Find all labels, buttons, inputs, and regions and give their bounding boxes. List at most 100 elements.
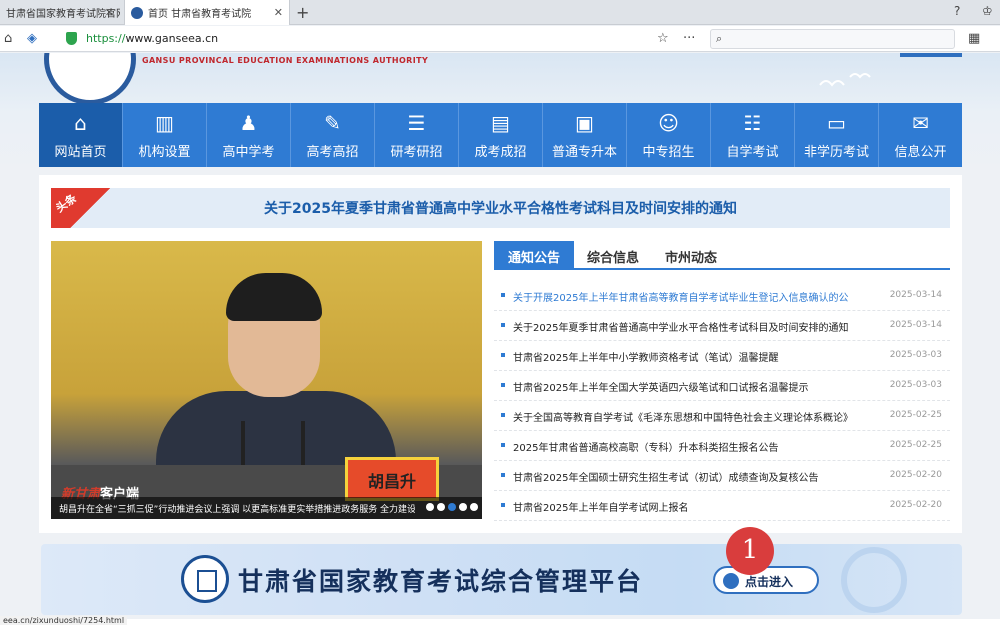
status-url: eea.cn/zixunduoshi/7254.html (0, 616, 128, 625)
books-icon: ☰ (407, 110, 426, 135)
nav-gaokao[interactable]: ✎ 高考高招 (291, 103, 375, 167)
nav-vocational[interactable]: ☺ 中专招生 (627, 103, 711, 167)
graduation-icon: ▣ (575, 110, 594, 135)
headline-link[interactable]: 关于2025年夏季甘肃省普通高中学业水平合格性考试科目及时间安排的通知 (51, 198, 950, 218)
notice-date: 2025-03-14 (889, 320, 942, 330)
search-input[interactable]: ⌕ (710, 29, 955, 49)
building-icon: ▥ (155, 110, 174, 135)
tab-city-news[interactable]: 市州动态 (652, 241, 730, 268)
carousel-dot[interactable] (437, 503, 445, 511)
browser-tab-active[interactable]: 首页 甘肃省教育考试院 ✕ (124, 0, 290, 25)
list-item[interactable]: 2025年甘肃省普通高校高职（专科）升本科类招生报名公告 2025-02-25 (494, 431, 950, 461)
shirt-icon[interactable]: ♔ (982, 4, 993, 18)
tab-title: 首页 甘肃省教育考试院 (148, 9, 252, 20)
notice-date: 2025-02-20 (889, 470, 942, 480)
nav-label: 中专招生 (642, 144, 695, 160)
carousel-dot[interactable] (448, 503, 456, 511)
nameplate-text: 胡昌升 (367, 472, 416, 491)
document-icon: ▤ (491, 110, 510, 135)
list-item[interactable]: 甘肃省2025年上半年中小学教师资格考试（笔试）温馨提醒 2025-03-03 (494, 341, 950, 371)
list-item[interactable]: 甘肃省2025年上半年自学考试网上报名 2025-02-20 (494, 491, 950, 521)
notice-date: 2025-02-25 (889, 440, 942, 450)
home-icon: ⌂ (74, 110, 87, 135)
close-icon[interactable]: ✕ (105, 6, 114, 19)
site-logo[interactable] (44, 53, 136, 105)
list-item[interactable]: 甘肃省2025年全国硕士研究生招生考试（初试）成绩查询及复核公告 2025-02-… (494, 461, 950, 491)
enter-platform-button[interactable]: 点击进入 (713, 566, 819, 594)
nav-non-degree[interactable]: ▭ 非学历考试 (795, 103, 879, 167)
notice-title[interactable]: 甘肃省2025年上半年中小学教师资格考试（笔试）温馨提醒 (513, 349, 877, 364)
mail-icon: ✉ (912, 110, 929, 135)
extension-icon[interactable]: ◈ (27, 31, 37, 46)
notice-title[interactable]: 甘肃省2025年上半年自学考试网上报名 (513, 499, 877, 514)
org-english-name: GANSU PROVINCAL EDUCATION EXAMINATIONS A… (142, 56, 429, 65)
search-button[interactable] (900, 53, 962, 57)
annotation-badge: 1 (726, 527, 774, 575)
notice-date: 2025-02-20 (889, 500, 942, 510)
nav-label: 普通专升本 (551, 144, 617, 160)
headline-banner[interactable]: 头条 关于2025年夏季甘肃省普通高中学业水平合格性考试科目及时间安排的通知 (51, 188, 950, 228)
secure-shield-icon (66, 32, 77, 45)
search-icon: ⌕ (716, 32, 723, 45)
notice-title[interactable]: 关于2025年夏季甘肃省普通高中学业水平合格性考试科目及时间安排的通知 (513, 319, 877, 334)
main-content: 头条 关于2025年夏季甘肃省普通高中学业水平合格性考试科目及时间安排的通知 胡… (39, 175, 962, 533)
nav-graduate-exam[interactable]: ☰ 研考研招 (375, 103, 459, 167)
website: GANSU PROVINCAL EDUCATION EXAMINATIONS A… (0, 53, 1000, 619)
carousel-caption-bar: 胡昌升在全省“三抓三促”行动推进会议上强调 以更高标准更实举措推进政务服务 全力… (51, 497, 482, 519)
help-icon[interactable]: ? (954, 4, 960, 18)
notice-date: 2025-02-25 (889, 410, 942, 420)
url-host: www.ganseea.cn (125, 32, 219, 45)
carousel-dot[interactable] (459, 503, 467, 511)
more-icon[interactable]: ··· (683, 31, 695, 46)
platform-banner[interactable]: 甘肃省国家教育考试综合管理平台 点击进入 (41, 544, 962, 615)
student-icon: ♟ (239, 110, 258, 135)
list-item[interactable]: 关于全国高等教育自学考试《毛泽东思想和中国特色社会主义理论体系概论》 2025-0… (494, 401, 950, 431)
address-bar: ⌂ ◈ https://www.ganseea.cn ☆ ··· ⌕ ▦ (0, 26, 1000, 52)
carousel-dot[interactable] (426, 503, 434, 511)
notice-panel: 通知公告 综合信息 市州动态 关于开展2025年上半年甘肃省高等教育自学考试毕业… (494, 241, 950, 521)
nav-label: 信息公开 (894, 144, 947, 160)
list-item[interactable]: 关于开展2025年上半年甘肃省高等教育自学考试毕业生登记入信息确认的公 2025-… (494, 281, 950, 311)
notice-title[interactable]: 关于全国高等教育自学考试《毛泽东思想和中国特色社会主义理论体系概论》 (513, 409, 877, 424)
carousel-dot[interactable] (470, 503, 478, 511)
status-bar: eea.cn/zixunduoshi/7254.html (0, 616, 1000, 627)
grid-menu-icon[interactable]: ▦ (968, 31, 980, 46)
notice-title[interactable]: 甘肃省2025年全国硕士研究生招生考试（初试）成绩查询及复核公告 (513, 469, 877, 484)
nav-upgrade-exam[interactable]: ▣ 普通专升本 (543, 103, 627, 167)
nav-adult-exam[interactable]: ▤ 成考成招 (459, 103, 543, 167)
nameplate: 胡昌升 (345, 457, 439, 501)
nav-home[interactable]: ⌂ 网站首页 (39, 103, 123, 167)
home-icon[interactable]: ⌂ (4, 31, 12, 46)
news-carousel[interactable]: 胡昌升 新甘肃客户端 胡昌升在全省“三抓三促”行动推进会议上强调 以更高标准更实… (51, 241, 482, 519)
platform-seal-icon (181, 555, 229, 603)
tab-notices[interactable]: 通知公告 (494, 241, 574, 268)
notice-title[interactable]: 关于开展2025年上半年甘肃省高等教育自学考试毕业生登记入信息确认的公 (513, 289, 877, 304)
nav-self-study[interactable]: ☷ 自学考试 (711, 103, 795, 167)
tab-general-info[interactable]: 综合信息 (574, 241, 652, 268)
notice-title[interactable]: 甘肃省2025年上半年全国大学英语四六级笔试和口试报名温馨提示 (513, 379, 877, 394)
new-tab-icon[interactable]: + (296, 3, 309, 22)
nav-organization[interactable]: ▥ 机构设置 (123, 103, 207, 167)
nav-disclosure[interactable]: ✉ 信息公开 (879, 103, 962, 167)
nav-high-school-exam[interactable]: ♟ 高中学考 (207, 103, 291, 167)
notice-date: 2025-03-14 (889, 290, 942, 300)
star-icon[interactable]: ☆ (657, 31, 669, 46)
notice-list: 关于开展2025年上半年甘肃省高等教育自学考试毕业生登记入信息确认的公 2025-… (494, 281, 950, 521)
notice-title[interactable]: 2025年甘肃省普通高校高职（专科）升本科类招生报名公告 (513, 439, 877, 454)
notice-tabs: 通知公告 综合信息 市州动态 (494, 241, 950, 270)
close-icon[interactable]: ✕ (274, 6, 283, 19)
browser-tab[interactable]: 甘肃省国家教育考试院官网 ✕ (0, 0, 120, 25)
carousel-caption[interactable]: 胡昌升在全省“三抓三促”行动推进会议上强调 以更高标准更实举措推进政务服务 全力… (59, 502, 415, 515)
tab-title: 甘肃省国家教育考试院官网 (6, 9, 120, 20)
nav-label: 成考成招 (474, 144, 527, 160)
microphone-icon (301, 421, 305, 465)
list-item[interactable]: 关于2025年夏季甘肃省普通高中学业水平合格性考试科目及时间安排的通知 2025-… (494, 311, 950, 341)
carousel-dots (426, 503, 478, 511)
globe-decoration (841, 547, 907, 613)
site-favicon-icon (131, 6, 143, 19)
list-item[interactable]: 甘肃省2025年上半年全国大学英语四六级笔试和口试报名温馨提示 2025-03-0… (494, 371, 950, 401)
browser-tab-strip: 甘肃省国家教育考试院官网 ✕ 首页 甘肃省教育考试院 ✕ + ? ♔ (0, 0, 1000, 25)
nav-label: 高考高招 (306, 144, 359, 160)
exam-paper-icon: ✎ (324, 110, 341, 135)
url-field[interactable]: https://www.ganseea.cn (86, 32, 218, 45)
